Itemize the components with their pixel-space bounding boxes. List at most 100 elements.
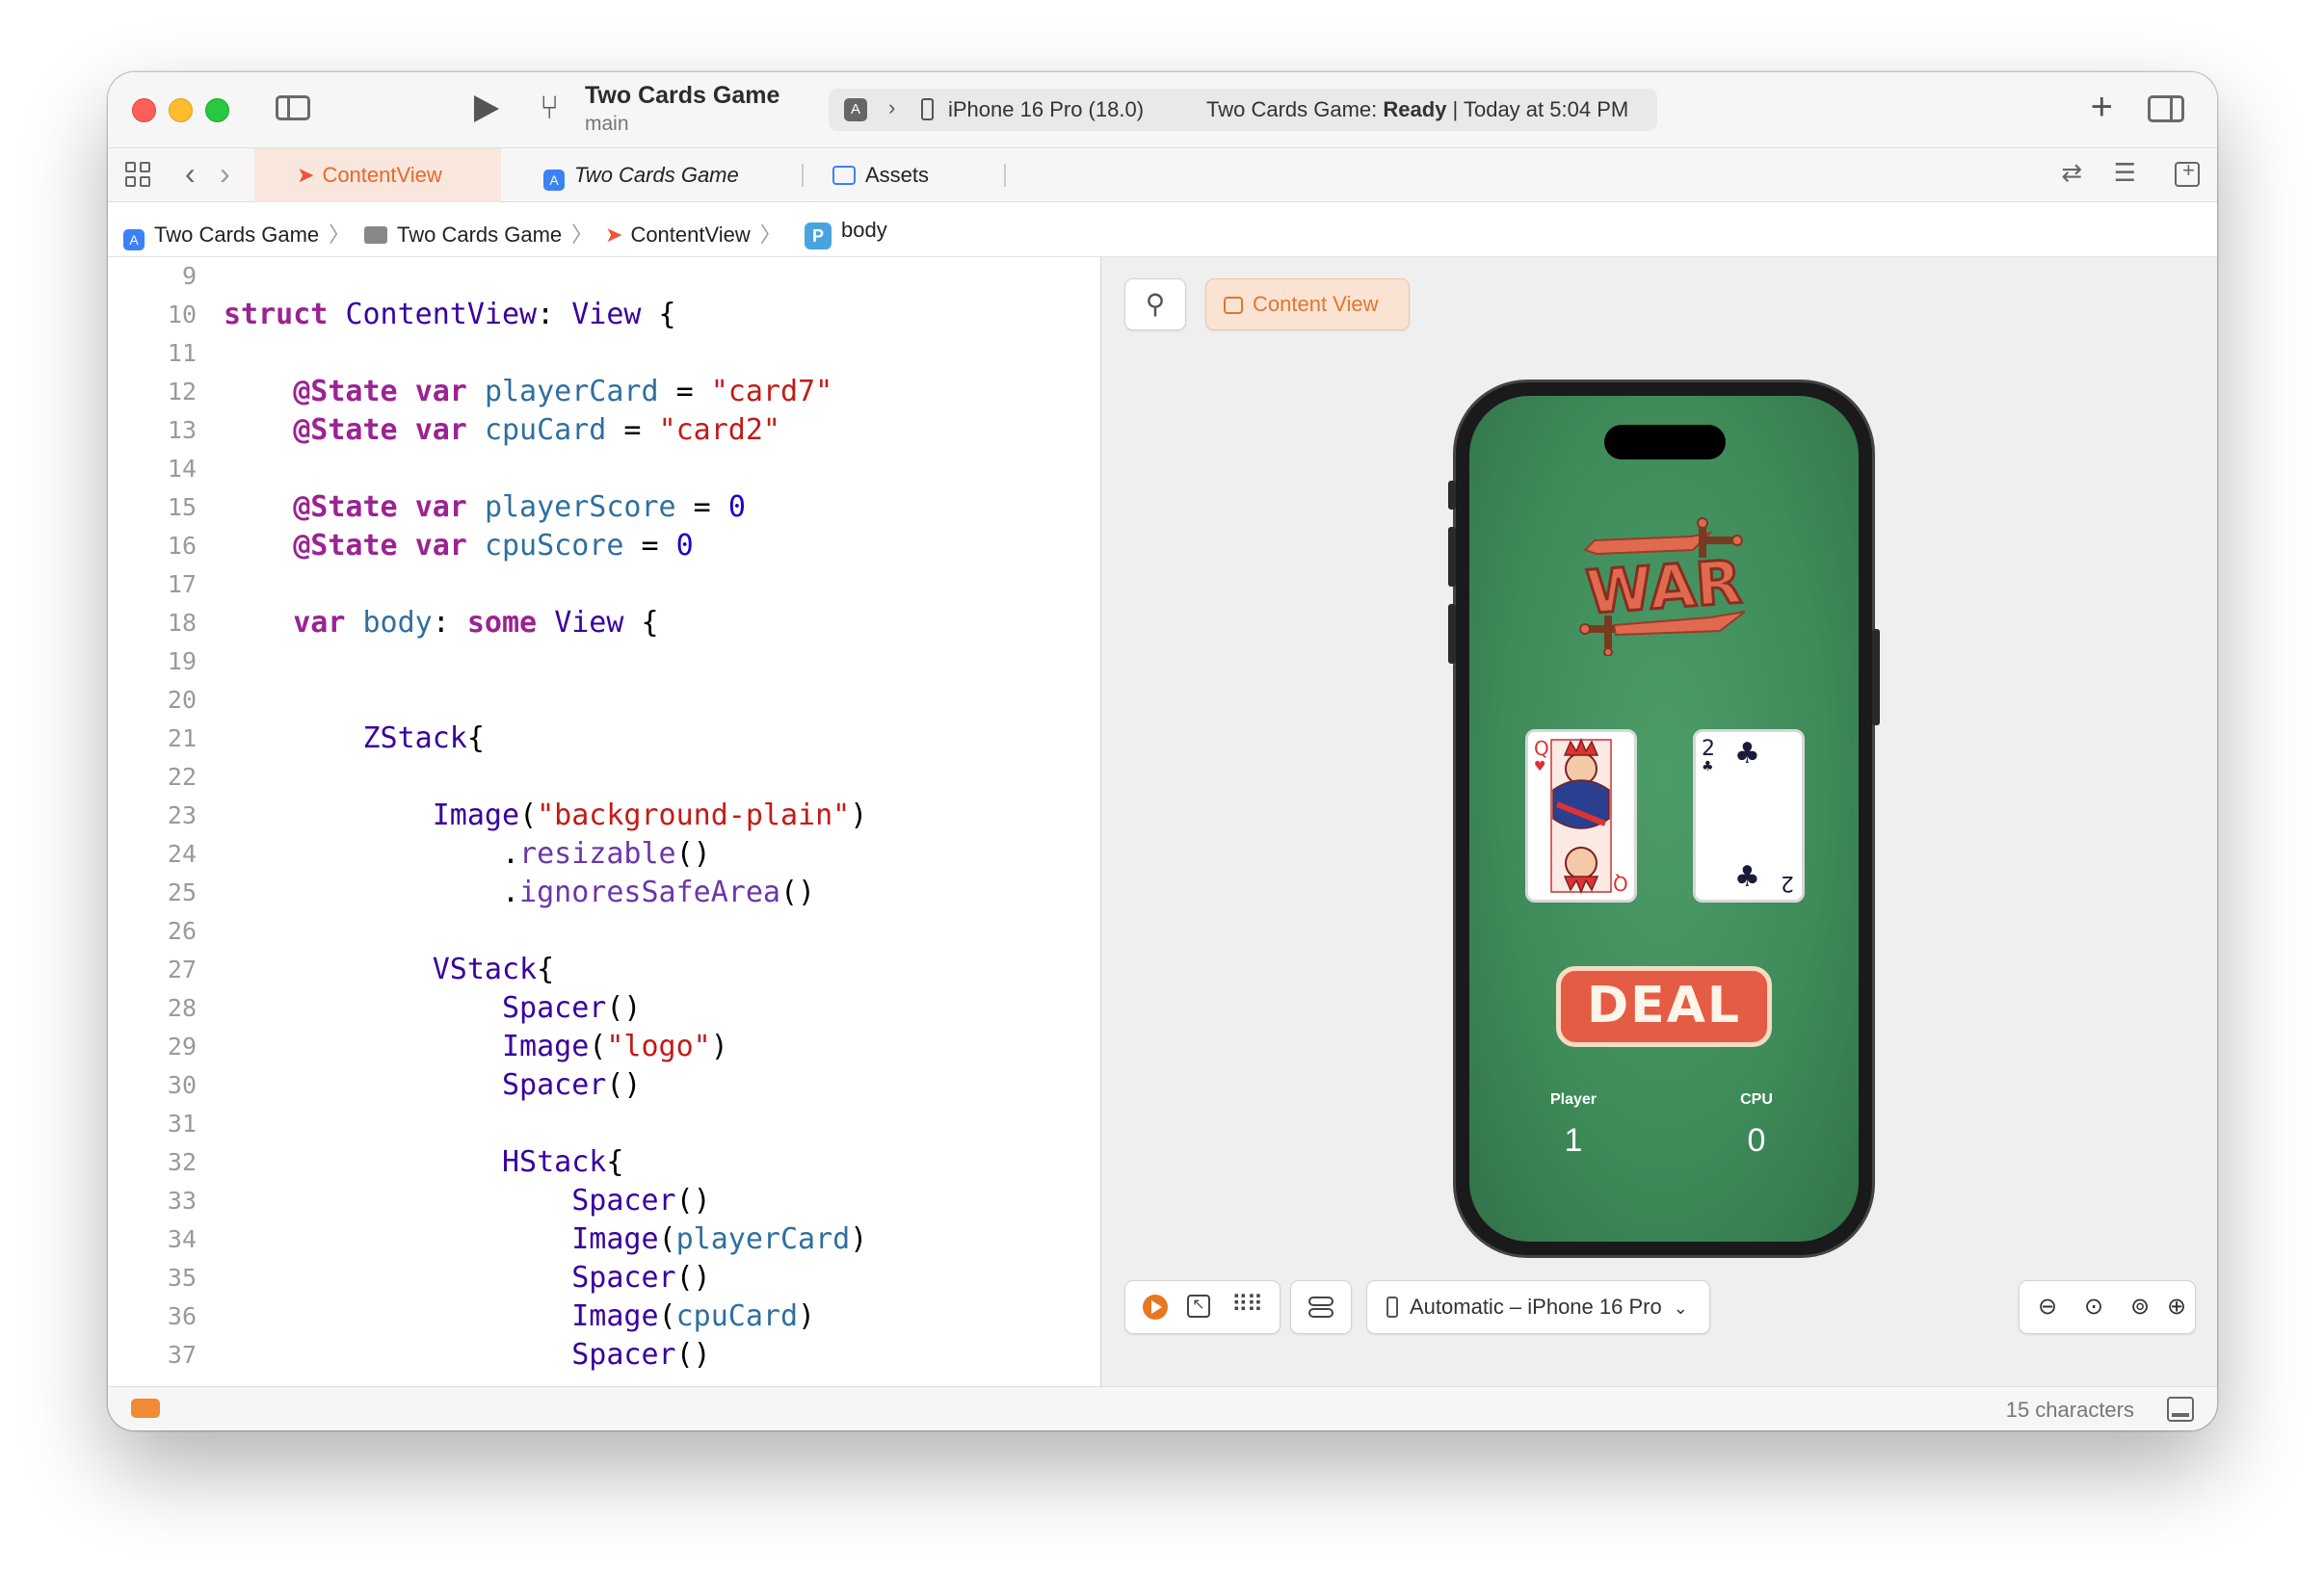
- iphone-frame: WAR Q ♥ Q 2 ♣ ♣ ♣ 2 DEAL Player CPU 1 0: [1448, 382, 1880, 1255]
- branch-icon: ⑂: [540, 90, 560, 126]
- code-text: VStack{: [224, 951, 554, 989]
- breadcrumb-label: ContentView: [630, 223, 751, 247]
- run-button[interactable]: [474, 95, 499, 122]
- code-text: @State var cpuScore = 0: [224, 527, 693, 565]
- code-token: (): [675, 1261, 711, 1295]
- line-number: 24: [167, 840, 197, 868]
- zoom-out-icon[interactable]: ⊖: [2033, 1293, 2062, 1322]
- device-settings-icon: [1308, 1295, 1334, 1320]
- line-number: 17: [167, 570, 197, 598]
- breadcrumb-label: body: [841, 218, 887, 242]
- selectable-mode-icon[interactable]: ↖: [1187, 1295, 1210, 1318]
- add-editor-icon[interactable]: [2175, 158, 2200, 187]
- tab-assets[interactable]: Assets: [832, 148, 929, 201]
- activity-status[interactable]: A › iPhone 16 Pro (18.0) Two Cards Game:…: [829, 89, 1657, 131]
- code-token: @State: [293, 529, 398, 563]
- code-text: struct ContentView: View {: [224, 296, 676, 334]
- breadcrumb-symbol[interactable]: Pbody: [805, 218, 887, 249]
- breadcrumb-file[interactable]: ➤ ContentView 〉: [605, 218, 781, 249]
- breadcrumb-project[interactable]: A Two Cards Game 〉: [123, 218, 350, 250]
- minimize-window-button[interactable]: [169, 98, 193, 122]
- library-plus-button[interactable]: +: [2091, 83, 2113, 131]
- line-number: 16: [167, 532, 197, 560]
- code-text: Image("background-plain"): [224, 797, 868, 835]
- code-text: Spacer(): [224, 1182, 711, 1220]
- line-number: 9: [181, 262, 197, 290]
- zoom-window-button[interactable]: [205, 98, 229, 122]
- preview-icon: [1224, 297, 1243, 314]
- source-editor[interactable]: 9 10 struct ContentView: View {11 12 @State…: [108, 257, 1100, 1386]
- tab-two-cards-game[interactable]: A Two Cards Game: [543, 148, 739, 201]
- code-token: (: [658, 1299, 676, 1333]
- breadcrumb-label: Two Cards Game: [154, 223, 320, 247]
- zoom-fit-icon[interactable]: ⊚: [2126, 1293, 2154, 1322]
- zoom-100-icon[interactable]: ⊙: [2079, 1293, 2108, 1322]
- deal-button[interactable]: DEAL: [1556, 966, 1772, 1047]
- close-window-button[interactable]: [132, 98, 156, 122]
- debug-area-toggle-icon[interactable]: [2167, 1397, 2194, 1422]
- related-items-grid-icon[interactable]: [125, 162, 150, 187]
- line-number: 32: [167, 1148, 197, 1176]
- code-token: =: [675, 490, 728, 524]
- variants-grid-icon[interactable]: ⠿⠿: [1231, 1291, 1263, 1319]
- live-preview-icon[interactable]: [1143, 1295, 1168, 1320]
- line-number: 36: [167, 1302, 197, 1330]
- line-number: 26: [167, 917, 197, 945]
- pin-icon[interactable]: ⚲: [1124, 278, 1186, 330]
- inspector-toggle-icon[interactable]: [2148, 95, 2184, 122]
- zoom-controls: ⊖ ⊙ ⊚ ⊕: [2019, 1280, 2196, 1334]
- code-token: (): [675, 1184, 711, 1218]
- code-token: {: [466, 721, 485, 755]
- code-token: ZStack: [362, 721, 467, 755]
- line-number: 23: [167, 801, 197, 829]
- code-token: @State: [293, 413, 398, 447]
- code-token: playerCard: [675, 1222, 851, 1256]
- issue-indicator-icon[interactable]: [131, 1399, 160, 1418]
- back-chevron-icon[interactable]: ‹: [185, 156, 196, 192]
- code-token: Spacer: [501, 1068, 607, 1102]
- canvas-settings-button[interactable]: [1290, 1280, 1352, 1334]
- preview-selector-button[interactable]: Content View: [1205, 278, 1410, 330]
- code-token: var: [414, 413, 467, 447]
- code-text: Spacer(): [224, 1259, 711, 1297]
- tab-bar: ‹ › ➤ ContentView A Two Cards Game Assets …: [108, 148, 2217, 202]
- code-token: var: [414, 490, 467, 524]
- run-destination[interactable]: iPhone 16 Pro (18.0): [948, 97, 1144, 122]
- chevron-down-icon: ⌄: [1673, 1298, 1688, 1318]
- breadcrumb-folder[interactable]: Two Cards Game 〉: [364, 218, 593, 249]
- chevron-right-icon: 〉: [759, 223, 781, 247]
- build-status: Two Cards Game: Ready | Today at 5:04 PM: [1206, 97, 1628, 122]
- navigator-toggle-icon[interactable]: [276, 95, 310, 120]
- code-token: some: [466, 606, 538, 640]
- code-token: (: [658, 1222, 676, 1256]
- swift-icon: ➤: [297, 163, 315, 187]
- code-text: .resizable(): [224, 835, 711, 874]
- app-icon: A: [543, 170, 565, 191]
- code-text: Image(cpuCard): [224, 1297, 815, 1336]
- editor-options-icon[interactable]: ☰: [2114, 158, 2136, 188]
- line-number: 30: [167, 1071, 197, 1099]
- scheme-title[interactable]: Two Cards Game: [585, 82, 779, 110]
- cpu-card-pip-top: ♣: [1734, 737, 1760, 771]
- code-token: ignoresSafeArea: [519, 876, 780, 909]
- swap-arrows-icon[interactable]: ⇄: [2061, 158, 2082, 188]
- assets-icon: [832, 166, 856, 185]
- device-selector[interactable]: Automatic – iPhone 16 Pro ⌄: [1366, 1280, 1710, 1334]
- zoom-in-icon[interactable]: ⊕: [2162, 1293, 2191, 1322]
- code-token: HStack: [501, 1145, 607, 1179]
- iphone-icon: [921, 98, 934, 120]
- forward-chevron-icon[interactable]: ›: [220, 156, 230, 192]
- code-token: playerScore: [484, 490, 676, 524]
- tab-contentview[interactable]: ➤ ContentView: [254, 148, 501, 202]
